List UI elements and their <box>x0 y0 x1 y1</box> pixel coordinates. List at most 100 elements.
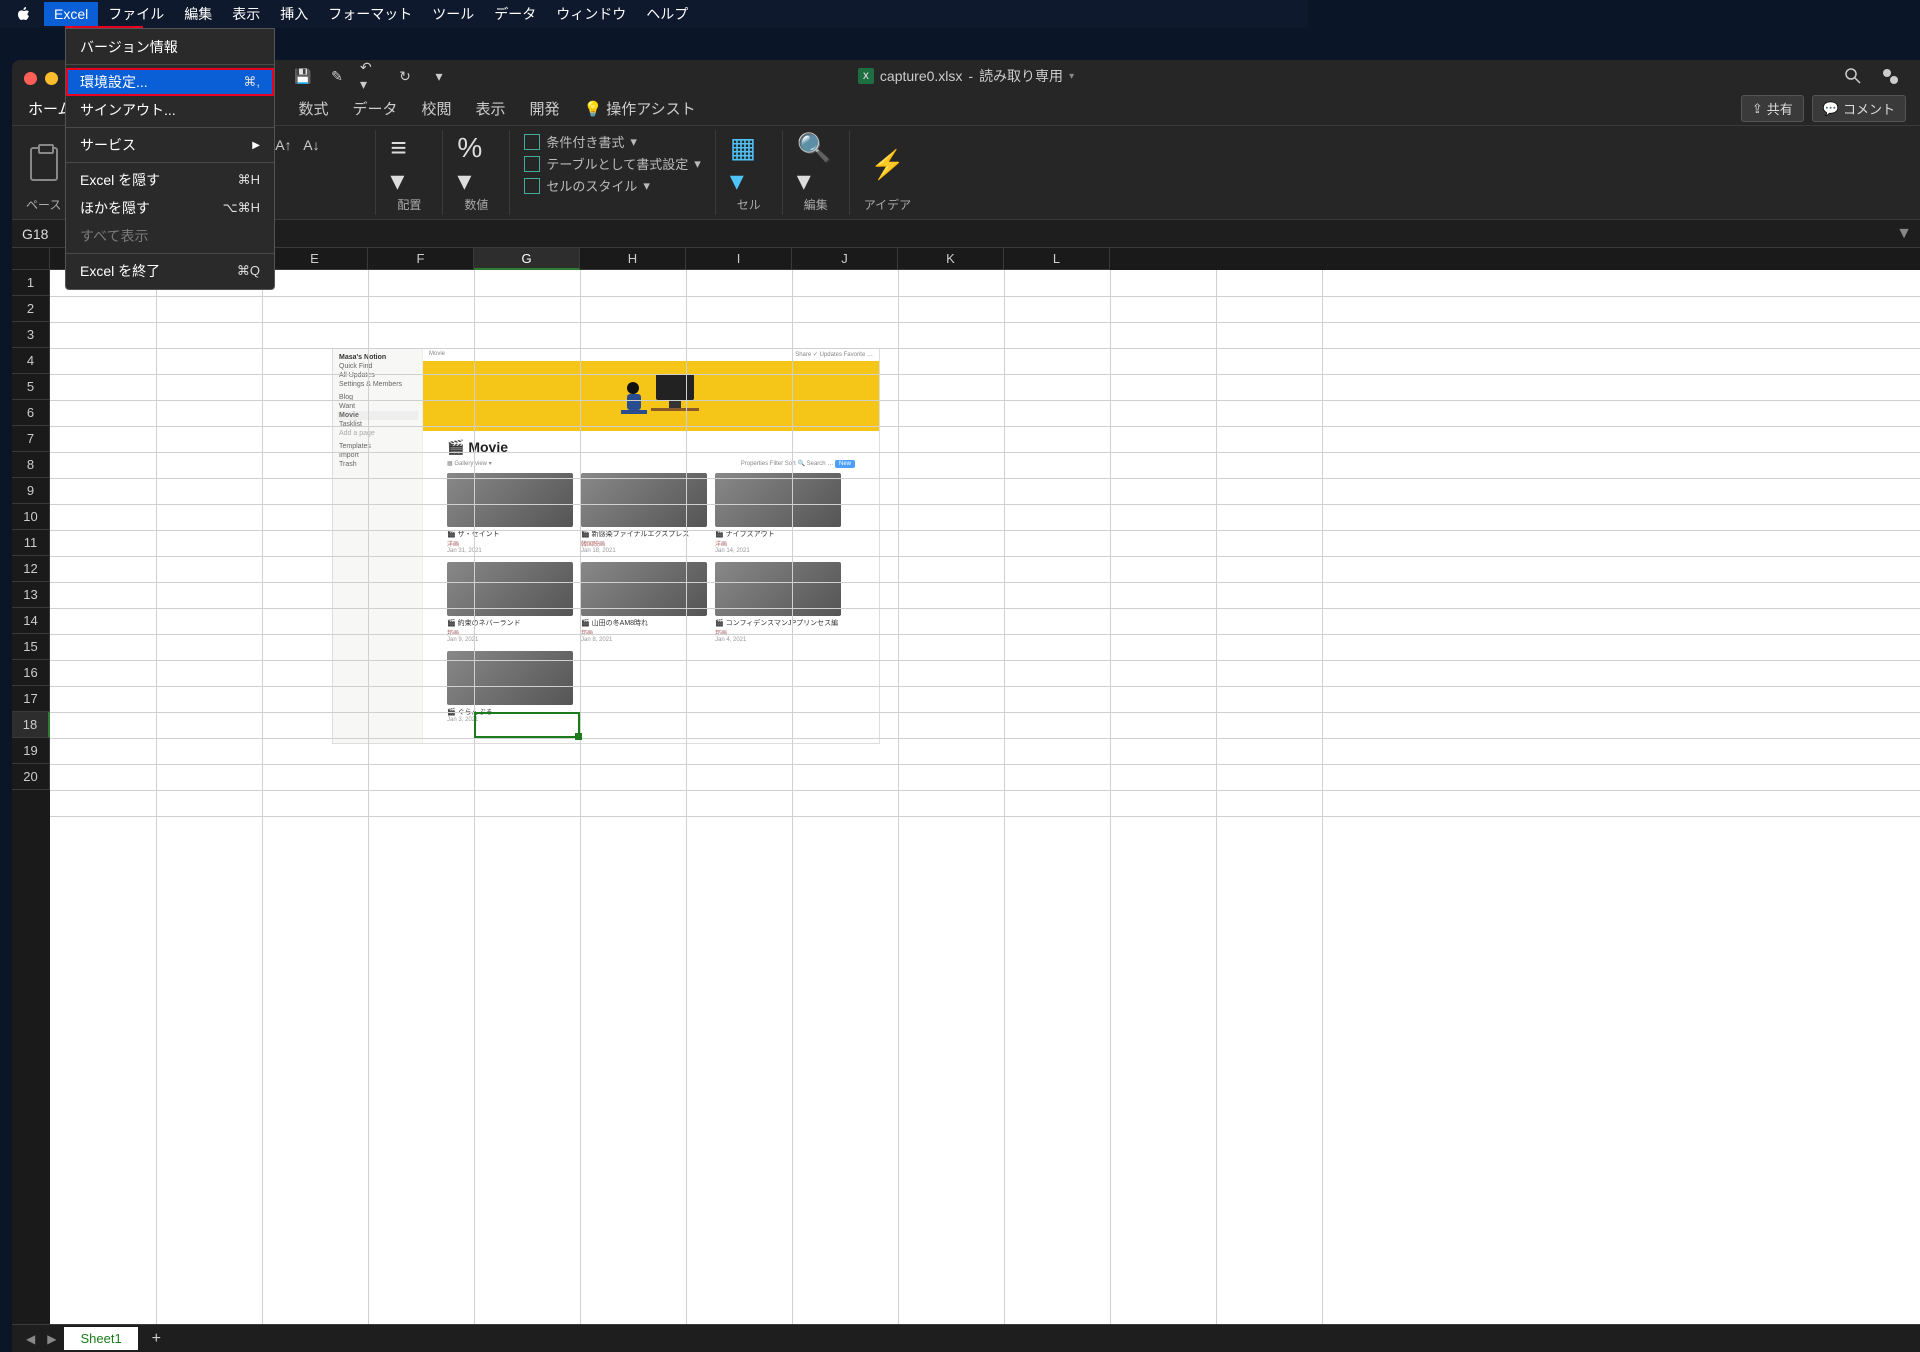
select-all-corner[interactable] <box>12 248 50 270</box>
row-header[interactable]: 10 <box>12 504 50 530</box>
menu-excel[interactable]: Excel <box>44 2 98 26</box>
menu-view[interactable]: 表示 <box>222 0 270 28</box>
row-header[interactable]: 6 <box>12 400 50 426</box>
undo-icon[interactable]: ↶ ▾ <box>360 65 382 87</box>
row-header[interactable]: 1 <box>12 270 50 296</box>
qat-customize-icon[interactable]: ▾ <box>428 65 450 87</box>
row-header[interactable]: 8 <box>12 452 50 478</box>
row-header[interactable]: 3 <box>12 322 50 348</box>
ideas-icon[interactable]: ⚡ <box>868 145 906 183</box>
row-header[interactable]: 17 <box>12 686 50 712</box>
row-header[interactable]: 2 <box>12 296 50 322</box>
document-title[interactable]: X capture0.xlsx - 読み取り専用 ▾ <box>858 66 1074 86</box>
account-icon[interactable] <box>1880 66 1900 86</box>
row-header[interactable]: 18 <box>12 712 50 738</box>
menu-file[interactable]: ファイル <box>98 0 174 28</box>
menu-tools[interactable]: ツール <box>422 0 484 28</box>
column-header[interactable]: F <box>368 248 474 270</box>
find-icon[interactable]: 🔍 ▾ <box>797 145 835 183</box>
add-sheet-button[interactable]: + <box>142 1330 171 1348</box>
row-header[interactable]: 16 <box>12 660 50 686</box>
percent-icon[interactable]: % ▾ <box>457 145 495 183</box>
row-header[interactable]: 7 <box>12 426 50 452</box>
embedded-image-notion[interactable]: Masa's Notion Quick Find All Updates Set… <box>332 348 880 744</box>
minimize-button[interactable] <box>45 72 58 85</box>
redo-icon[interactable]: ↻ <box>394 65 416 87</box>
format-as-table[interactable]: テーブルとして書式設定▾ <box>524 154 700 173</box>
column-header[interactable]: K <box>898 248 1004 270</box>
edit-icon[interactable]: ✎ <box>326 65 348 87</box>
menu-item[interactable]: ほかを隠す⌥⌘H <box>66 194 274 222</box>
apple-icon[interactable] <box>16 6 32 22</box>
paste-icon[interactable] <box>30 147 58 181</box>
file-status: 読み取り専用 <box>979 66 1063 86</box>
notion-card: 🎬 約束のネバーランド邦画Jan 9, 2021 <box>447 562 573 643</box>
menu-item[interactable]: 環境設定...⌘, <box>66 68 274 96</box>
cells-canvas[interactable]: Masa's Notion Quick Find All Updates Set… <box>50 270 1920 1324</box>
menu-item[interactable]: Excel を隠す⌘H <box>66 166 274 194</box>
menu-item: すべて表示 <box>66 222 274 250</box>
row-header[interactable]: 20 <box>12 764 50 790</box>
cells-icon[interactable]: ▦ ▾ <box>730 145 768 183</box>
mac-menubar: Excel ファイル 編集 表示 挿入 フォーマット ツール データ ウィンドウ… <box>0 0 1308 28</box>
column-header[interactable]: L <box>1004 248 1110 270</box>
column-header[interactable]: I <box>686 248 792 270</box>
formula-bar-row: G18 ▼ <box>12 220 1920 248</box>
row-header[interactable]: 14 <box>12 608 50 634</box>
menu-item[interactable]: サインアウト... <box>66 96 274 124</box>
notion-main: Movie Share ✓ Updates Favorite … 🎬 Movie… <box>423 349 879 743</box>
row-header[interactable]: 4 <box>12 348 50 374</box>
tab-data[interactable]: データ <box>352 98 397 119</box>
conditional-formatting[interactable]: 条件付き書式▾ <box>524 132 700 151</box>
tell-me[interactable]: 💡 操作アシスト <box>584 98 696 119</box>
menu-insert[interactable]: 挿入 <box>270 0 318 28</box>
menu-edit[interactable]: 編集 <box>174 0 222 28</box>
row-header[interactable]: 19 <box>12 738 50 764</box>
row-header[interactable]: 15 <box>12 634 50 660</box>
tab-formulas[interactable]: 数式 <box>298 98 328 119</box>
tab-view[interactable]: 表示 <box>476 98 506 119</box>
tab-developer[interactable]: 開発 <box>530 98 560 119</box>
comments-button[interactable]: 💬コメント <box>1812 95 1906 122</box>
collapse-ribbon-icon[interactable]: ▼ <box>1896 225 1912 243</box>
column-header[interactable]: E <box>262 248 368 270</box>
number-label: 数値 <box>464 196 488 213</box>
increase-font-icon[interactable]: A↑ <box>272 134 294 156</box>
sheet-nav-prev[interactable]: ◀ <box>22 1332 39 1346</box>
row-header[interactable]: 9 <box>12 478 50 504</box>
row-header[interactable]: 11 <box>12 530 50 556</box>
menu-data[interactable]: データ <box>484 0 546 28</box>
sheet-tab-1[interactable]: Sheet1 <box>64 1327 137 1350</box>
save-icon[interactable]: 💾 <box>292 65 314 87</box>
conditional-icon <box>524 134 540 150</box>
menu-item[interactable]: バージョン情報 <box>66 33 274 61</box>
notion-sidebar: Masa's Notion Quick Find All Updates Set… <box>333 349 423 743</box>
filename: capture0.xlsx <box>880 68 962 84</box>
row-header[interactable]: 13 <box>12 582 50 608</box>
ribbon-tabs: ホーム 描画 ページ レイアウト 数式 データ 校閲 表示 開発 💡 操作アシス… <box>12 92 1920 126</box>
row-header[interactable]: 12 <box>12 556 50 582</box>
notion-quickfind: Quick Find <box>337 362 418 371</box>
menu-help[interactable]: ヘルプ <box>636 0 698 28</box>
ribbon-group-alignment: ≡ ▾ 配置 <box>376 130 443 215</box>
notion-toolbar-right: Properties Filter Sort 🔍 Search … New <box>741 460 855 467</box>
notion-breadcrumb: Movie <box>429 351 445 359</box>
column-header[interactable]: H <box>580 248 686 270</box>
cell-styles[interactable]: セルのスタイル▾ <box>524 176 700 195</box>
menu-format[interactable]: フォーマット <box>318 0 422 28</box>
column-header[interactable]: J <box>792 248 898 270</box>
search-icon[interactable] <box>1844 67 1862 85</box>
active-cell[interactable] <box>474 712 580 738</box>
notion-view: ▦ Gallery view ▾ <box>447 460 492 467</box>
close-button[interactable] <box>24 72 37 85</box>
column-header[interactable]: G <box>474 248 580 270</box>
menu-window[interactable]: ウィンドウ <box>546 0 636 28</box>
align-icon[interactable]: ≡ ▾ <box>390 145 428 183</box>
decrease-font-icon[interactable]: A↓ <box>300 134 322 156</box>
share-button[interactable]: ⇪共有 <box>1741 95 1804 122</box>
row-header[interactable]: 5 <box>12 374 50 400</box>
tab-review[interactable]: 校閲 <box>421 98 451 119</box>
menu-item[interactable]: Excel を終了⌘Q <box>66 257 274 285</box>
menu-item[interactable]: サービス▶ <box>66 131 274 159</box>
sheet-nav-next[interactable]: ▶ <box>43 1332 60 1346</box>
